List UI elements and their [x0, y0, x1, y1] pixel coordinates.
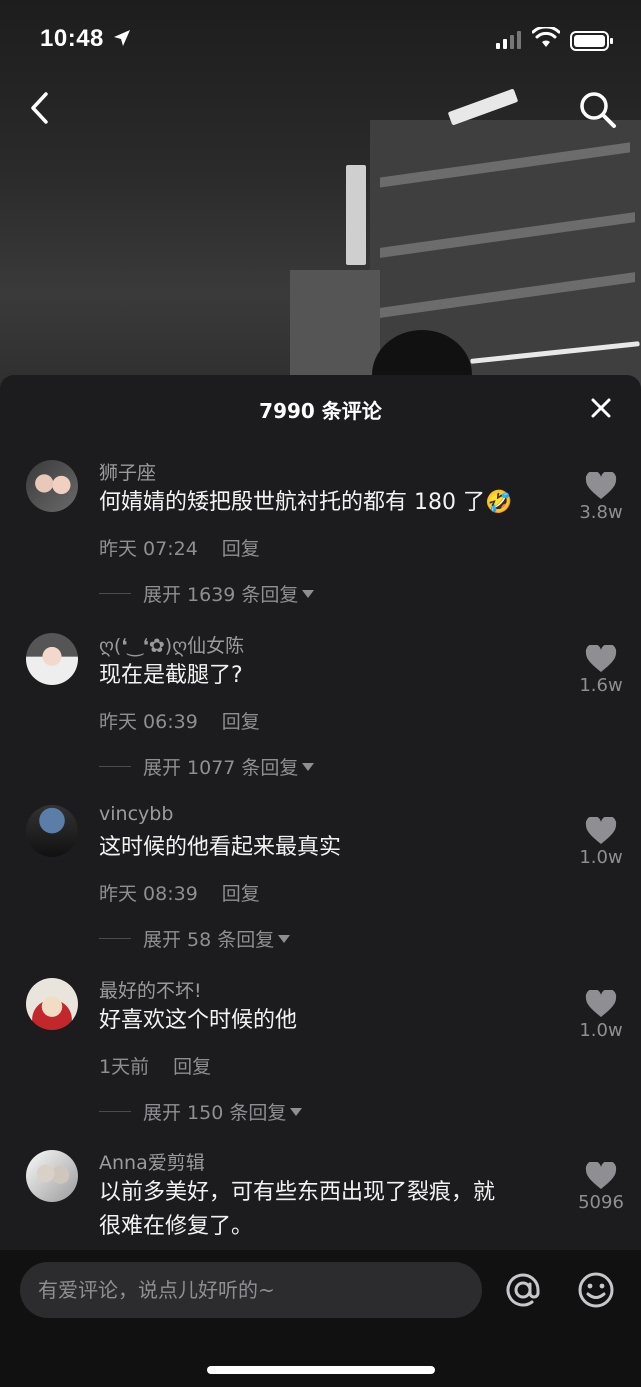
- expand-replies-label: 展开 150 条回复: [143, 1102, 287, 1124]
- comment-sheet: 7990 条评论 狮子座 何婧婧的矮把殷世航衬托的都有 180 了🤣 昨天 07…: [0, 375, 641, 1250]
- comment-item: 狮子座 何婧婧的矮把殷世航衬托的都有 180 了🤣 昨天 07:24 回复 展开 …: [0, 460, 641, 630]
- comment-author[interactable]: ღ(❛‿❛✿)ღ仙女陈: [99, 631, 244, 658]
- comment-time: 昨天 06:39: [99, 711, 198, 733]
- like-count: 1.6w: [579, 675, 623, 696]
- comment-meta: 昨天 06:39 回复: [99, 707, 260, 734]
- like-count: 1.0w: [579, 847, 623, 868]
- comment-input-bar: 有爱评论，说点儿好听的~: [0, 1250, 641, 1387]
- wifi-icon: [532, 27, 560, 47]
- comment-count-title: 7990 条评论: [259, 399, 382, 423]
- expand-replies-label: 展开 1639 条回复: [143, 584, 299, 606]
- comment-author[interactable]: Anna爱剪辑: [99, 1148, 205, 1175]
- like-button[interactable]: 1.0w: [566, 990, 636, 1041]
- like-count: 1.0w: [579, 1020, 623, 1041]
- emoji-icon[interactable]: [576, 1270, 616, 1310]
- triangle-down-icon: [290, 1107, 303, 1116]
- comment-author[interactable]: 狮子座: [99, 458, 156, 485]
- comment-item: Anna爱剪辑 以前多美好，可有些东西出现了裂痕，就 很难在修复了。 5096: [0, 1150, 641, 1250]
- status-bar: 10:48: [0, 0, 641, 80]
- search-icon[interactable]: [576, 88, 618, 130]
- avatar[interactable]: [26, 978, 78, 1030]
- like-count: 3.8w: [579, 502, 623, 523]
- avatar[interactable]: [26, 805, 78, 857]
- comment-text: 这时候的他看起来最真实: [99, 835, 342, 860]
- like-count: 5096: [578, 1192, 624, 1213]
- triangle-down-icon: [278, 934, 291, 943]
- battery-icon: [570, 31, 613, 51]
- comment-time: 1天前: [99, 1056, 150, 1078]
- comment-item: 最好的不坏! 好喜欢这个时候的他 1天前 回复 展开 150 条回复 1.0w: [0, 978, 641, 1148]
- comment-time: 昨天 07:24: [99, 538, 198, 560]
- triangle-down-icon: [302, 589, 315, 598]
- heart-icon: [585, 817, 617, 844]
- avatar[interactable]: [26, 1150, 78, 1202]
- expand-replies-label: 展开 1077 条回复: [143, 757, 299, 779]
- reply-button[interactable]: 回复: [222, 711, 260, 733]
- at-icon[interactable]: [503, 1270, 543, 1310]
- comment-text-line: 很难在修复了。: [99, 1214, 254, 1239]
- avatar[interactable]: [26, 633, 78, 685]
- comment-meta: 昨天 08:39 回复: [99, 879, 260, 906]
- like-button[interactable]: 3.8w: [566, 472, 636, 523]
- comment-text: 好喜欢这个时候的他: [99, 1008, 298, 1033]
- heart-icon: [585, 645, 617, 672]
- like-button[interactable]: 1.0w: [566, 817, 636, 868]
- like-button[interactable]: 1.6w: [566, 645, 636, 696]
- expand-replies-label: 展开 58 条回复: [143, 929, 275, 951]
- expand-replies-button[interactable]: 展开 1077 条回复: [99, 753, 315, 780]
- reply-button[interactable]: 回复: [222, 883, 260, 905]
- comment-text-line: 以前多美好，可有些东西出现了裂痕，就: [99, 1180, 496, 1205]
- comment-text: 何婧婧的矮把殷世航衬托的都有 180 了🤣: [99, 490, 513, 515]
- comment-text: 现在是截腿了?: [99, 663, 243, 688]
- status-time: 10:48: [40, 25, 104, 52]
- heart-icon: [585, 1162, 617, 1189]
- avatar[interactable]: [26, 460, 78, 512]
- close-icon[interactable]: [588, 395, 614, 421]
- comment-text: 以前多美好，可有些东西出现了裂痕，就 很难在修复了。: [99, 1176, 495, 1244]
- triangle-down-icon: [302, 762, 315, 771]
- cellular-signal-icon: [496, 31, 521, 49]
- comment-author[interactable]: 最好的不坏!: [99, 976, 202, 1003]
- comment-input[interactable]: 有爱评论，说点儿好听的~: [20, 1262, 482, 1318]
- expand-replies-button[interactable]: 展开 1639 条回复: [99, 580, 315, 607]
- back-icon[interactable]: [24, 90, 60, 126]
- reply-button[interactable]: 回复: [222, 538, 260, 560]
- comment-time: 昨天 08:39: [99, 883, 198, 905]
- expand-replies-button[interactable]: 展开 58 条回复: [99, 925, 291, 952]
- comment-meta: 昨天 07:24 回复: [99, 534, 260, 561]
- heart-icon: [585, 990, 617, 1017]
- reply-button[interactable]: 回复: [173, 1056, 211, 1078]
- home-indicator[interactable]: [207, 1366, 435, 1374]
- comment-meta: 1天前 回复: [99, 1052, 211, 1079]
- comment-author[interactable]: vincybb: [99, 803, 173, 825]
- comment-item: vincybb 这时候的他看起来最真实 昨天 08:39 回复 展开 58 条回复…: [0, 803, 641, 975]
- like-button[interactable]: 5096: [566, 1162, 636, 1213]
- location-arrow-icon: [114, 30, 130, 46]
- comment-item: ღ(❛‿❛✿)ღ仙女陈 现在是截腿了? 昨天 06:39 回复 展开 1077 条…: [0, 633, 641, 803]
- heart-icon: [585, 472, 617, 499]
- expand-replies-button[interactable]: 展开 150 条回复: [99, 1098, 303, 1125]
